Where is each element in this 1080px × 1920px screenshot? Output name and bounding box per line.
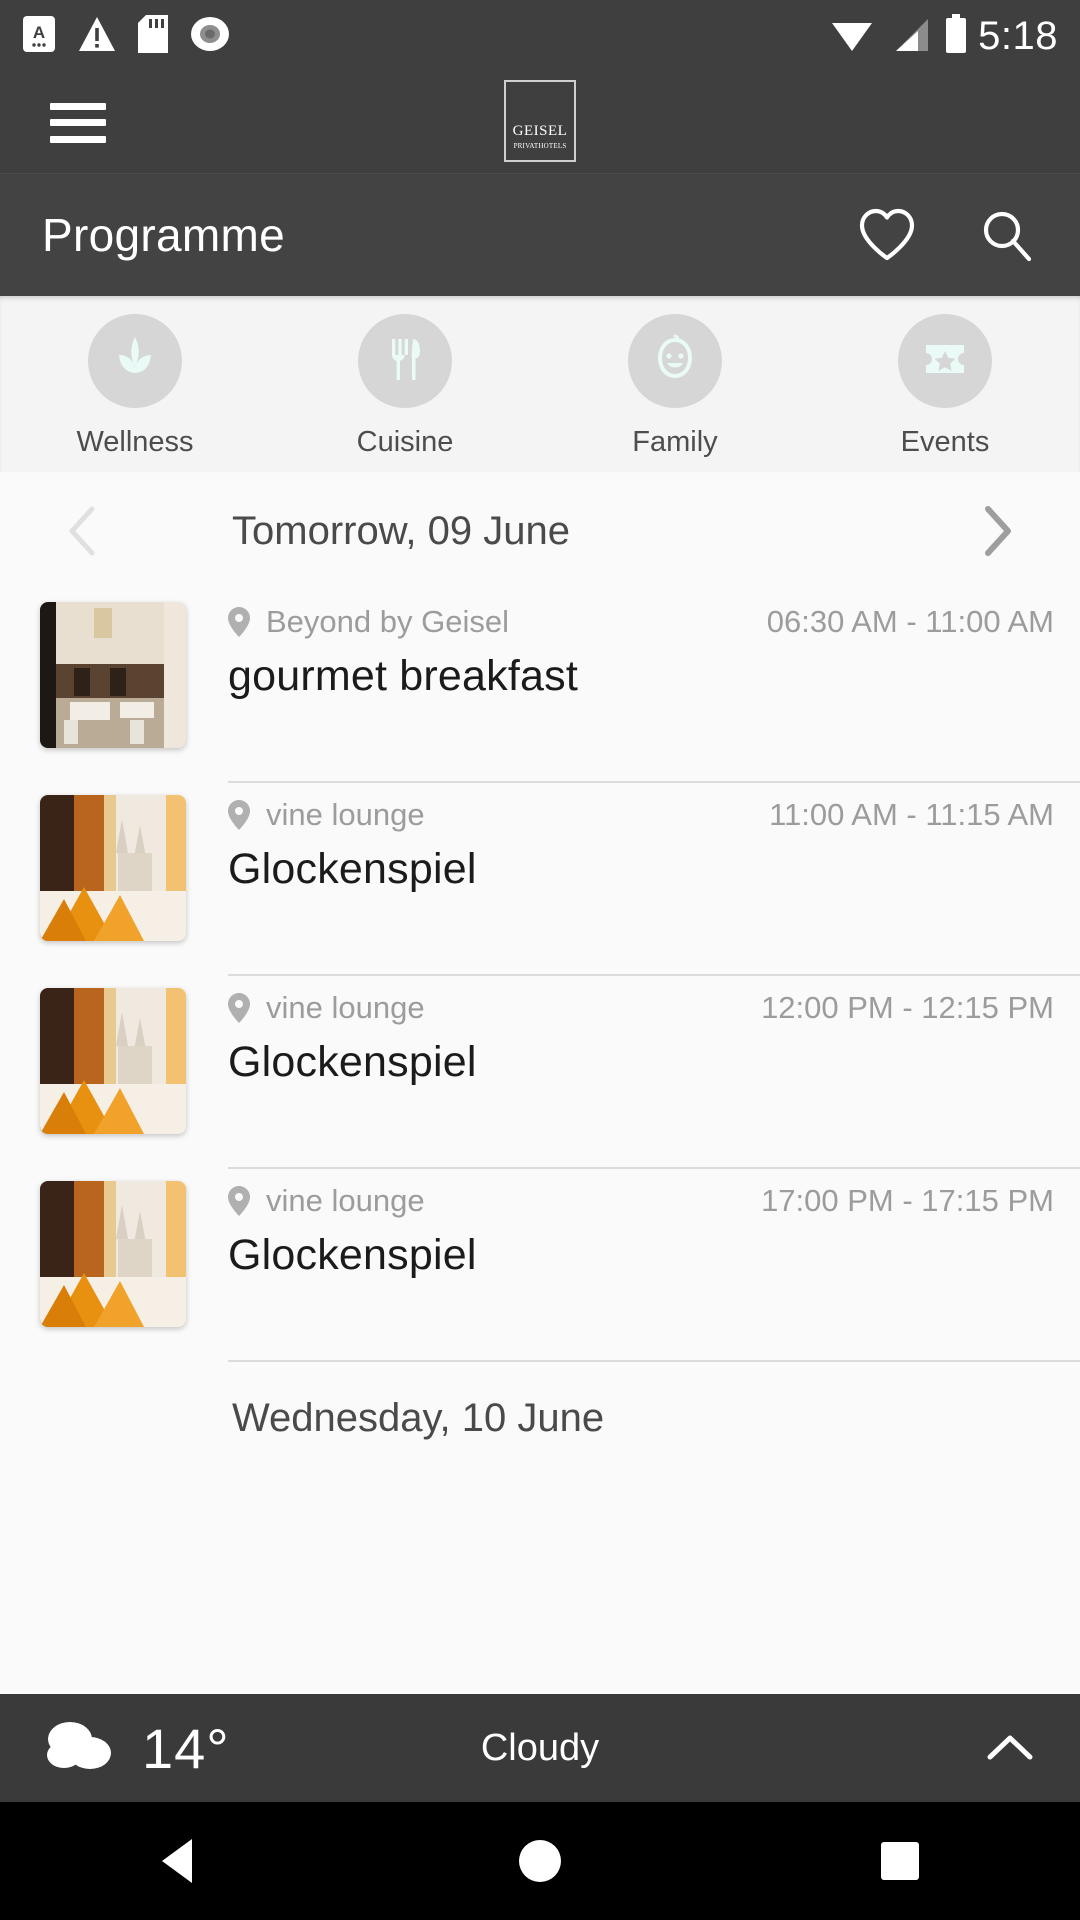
location-pin-icon (228, 993, 250, 1023)
category-family-label: Family (632, 426, 718, 458)
event-meta: vine lounge 17:00 PM - 17:15 PM (228, 1183, 1054, 1219)
status-bar-clock: 5:18 (978, 13, 1058, 58)
title-bar-actions (856, 204, 1038, 266)
day-navigation-label: Tomorrow, 09 June (232, 508, 570, 553)
event-details: Beyond by Geisel 06:30 AM - 11:00 AM gou… (228, 590, 1080, 783)
brand-logo-sub: PRIVATHOTELS (513, 142, 567, 150)
back-triangle-icon[interactable] (120, 1802, 240, 1920)
event-title: Glockenspiel (228, 1038, 477, 1086)
event-row[interactable]: vine lounge 17:00 PM - 17:15 PM Glockens… (0, 1169, 1080, 1362)
sd-card-icon (138, 14, 168, 58)
event-title: gourmet breakfast (228, 652, 578, 700)
recents-square-icon[interactable] (840, 1802, 960, 1920)
page-title: Programme (42, 209, 285, 261)
event-time: 06:30 AM - 11:00 AM (766, 604, 1054, 639)
brand-logo: GEISEL PRIVATHOTELS (504, 80, 576, 162)
wifi-icon (830, 15, 874, 58)
heart-outline-icon[interactable] (856, 204, 918, 266)
chevron-left-icon[interactable] (56, 504, 110, 558)
event-meta: vine lounge 12:00 PM - 12:15 PM (228, 990, 1054, 1026)
app-bar: GEISEL PRIVATHOTELS (0, 72, 1080, 174)
category-filter-strip: Wellness Cuisine Family Events (0, 296, 1080, 472)
event-time: 17:00 PM - 17:15 PM (761, 1183, 1054, 1218)
event-row[interactable]: vine lounge 12:00 PM - 12:15 PM Glockens… (0, 976, 1080, 1169)
event-time: 12:00 PM - 12:15 PM (761, 990, 1054, 1025)
android-navigation-bar (0, 1802, 1080, 1920)
category-wellness[interactable]: Wellness (35, 314, 235, 459)
battery-icon (944, 13, 968, 59)
event-title: Glockenspiel (228, 845, 477, 893)
status-bar-notification-icons: A (22, 14, 230, 59)
category-events-circle (898, 314, 992, 408)
event-details: vine lounge 11:00 AM - 11:15 AM Glockens… (228, 783, 1080, 976)
location-pin-icon (228, 607, 250, 637)
status-bar: A 5:18 (0, 0, 1080, 72)
programme-list: Tomorrow, 09 June Beyond by Geisel 06:30… (0, 472, 1080, 1694)
event-thumbnail (40, 795, 186, 941)
event-meta: vine lounge 11:00 AM - 11:15 AM (228, 797, 1054, 833)
search-icon[interactable] (976, 204, 1038, 266)
title-bar: Programme (0, 174, 1080, 296)
weather-bar[interactable]: 14° Cloudy (0, 1694, 1080, 1802)
event-venue: vine lounge (266, 990, 425, 1025)
event-thumbnail (40, 988, 186, 1134)
app-a-icon: A (22, 15, 56, 58)
warning-triangle-icon (78, 15, 116, 58)
ticket-star-icon (917, 331, 973, 392)
cloudy-icon (42, 1717, 120, 1780)
category-wellness-circle (88, 314, 182, 408)
category-events[interactable]: Events (845, 314, 1045, 459)
event-row[interactable]: vine lounge 11:00 AM - 11:15 AM Glockens… (0, 783, 1080, 976)
event-details: vine lounge 12:00 PM - 12:15 PM Glockens… (228, 976, 1080, 1169)
event-title: Glockenspiel (228, 1231, 477, 1279)
category-family[interactable]: Family (575, 314, 775, 459)
fork-knife-icon (377, 331, 433, 392)
event-row[interactable]: Beyond by Geisel 06:30 AM - 11:00 AM gou… (0, 590, 1080, 783)
location-pin-icon (228, 1186, 250, 1216)
event-meta: Beyond by Geisel 06:30 AM - 11:00 AM (228, 604, 1054, 640)
category-cuisine[interactable]: Cuisine (305, 314, 505, 459)
svg-text:A: A (33, 23, 45, 42)
category-cuisine-circle (358, 314, 452, 408)
home-circle-icon[interactable] (480, 1802, 600, 1920)
leaf-spa-icon (107, 331, 163, 392)
hamburger-menu-icon[interactable] (50, 102, 106, 143)
event-venue: vine lounge (266, 797, 425, 832)
event-time: 11:00 AM - 11:15 AM (769, 797, 1054, 832)
category-family-circle (628, 314, 722, 408)
event-thumbnail (40, 1181, 186, 1327)
category-cuisine-label: Cuisine (356, 426, 454, 458)
category-events-label: Events (900, 426, 990, 458)
next-day-header: Wednesday, 10 June (232, 1396, 605, 1440)
weather-temperature: 14° (142, 1716, 230, 1780)
event-venue: Beyond by Geisel (266, 604, 509, 639)
baby-face-icon (646, 330, 704, 393)
brand-logo-main: GEISEL (512, 123, 568, 139)
category-wellness-label: Wellness (76, 426, 194, 458)
event-venue: vine lounge (266, 1183, 425, 1218)
event-details: vine lounge 17:00 PM - 17:15 PM Glockens… (228, 1169, 1080, 1362)
cellular-signal-icon (888, 15, 930, 58)
record-circle-icon (190, 14, 230, 59)
chevron-up-icon[interactable] (982, 1720, 1038, 1776)
location-pin-icon (228, 800, 250, 830)
day-navigation: Tomorrow, 09 June (0, 472, 1080, 590)
chevron-right-icon[interactable] (970, 504, 1024, 558)
event-thumbnail (40, 602, 186, 748)
status-bar-system-icons (830, 13, 968, 59)
